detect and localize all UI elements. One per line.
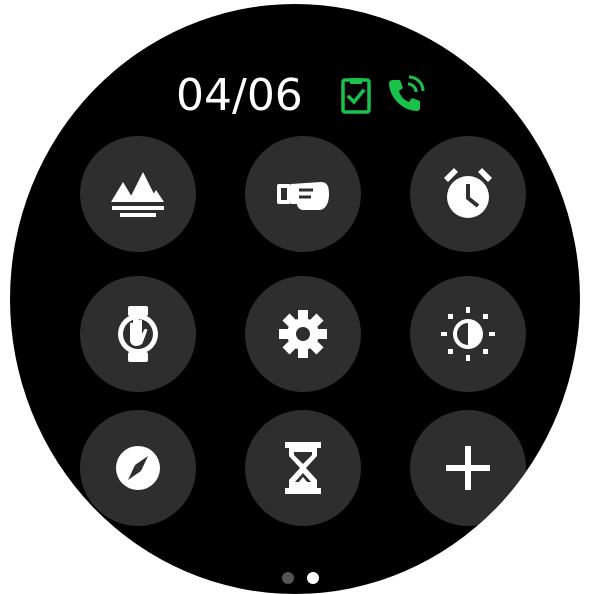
plus-icon — [438, 438, 498, 498]
gear-icon — [273, 304, 333, 364]
page-indicator — [10, 572, 580, 586]
hand-watch-icon — [108, 304, 168, 364]
add-tile[interactable] — [410, 410, 526, 526]
timer-tile[interactable] — [245, 410, 361, 526]
compass-tile[interactable] — [80, 410, 196, 526]
brightness-tile[interactable] — [410, 276, 526, 392]
raise-to-wake-tile[interactable] — [80, 276, 196, 392]
brightness-icon — [438, 304, 498, 364]
compass-icon — [108, 438, 168, 498]
mountains-landscape-icon — [108, 164, 168, 224]
photos-tile[interactable] — [80, 136, 196, 252]
phone-call-icon — [385, 74, 425, 114]
alarm-clock-icon — [438, 164, 498, 224]
fist-gesture-icon — [273, 164, 333, 224]
settings-tile[interactable] — [245, 276, 361, 392]
hourglass-icon — [273, 438, 333, 498]
page-dot-1[interactable] — [282, 572, 294, 584]
watch-screen: 04/06 — [1, 0, 589, 594]
alarm-tile[interactable] — [410, 136, 526, 252]
page-dot-2[interactable] — [307, 572, 319, 584]
status-bar: 04/06 — [10, 68, 580, 128]
watch-face: 04/06 — [10, 4, 580, 594]
remote-camera-tile[interactable] — [245, 136, 361, 252]
date-display: 04/06 — [176, 70, 303, 121]
clipboard-check-icon — [336, 76, 376, 116]
